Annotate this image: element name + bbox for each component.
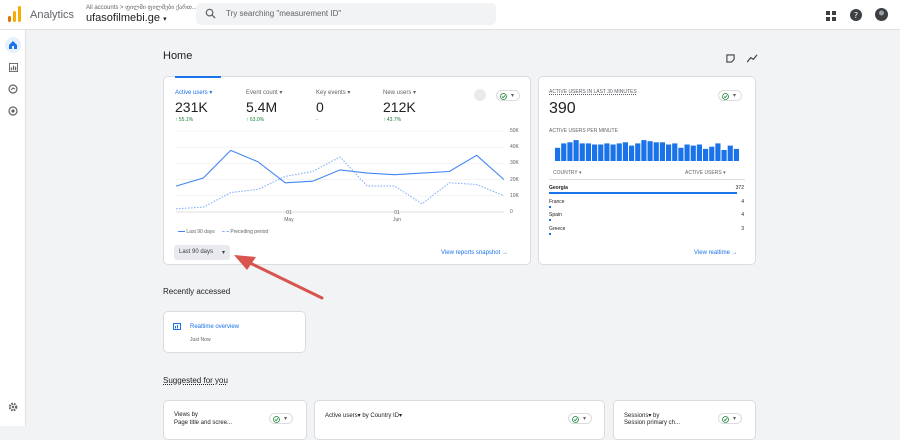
country-column-header[interactable]: COUNTRY ▾	[553, 170, 581, 176]
per-minute-bar[interactable]	[610, 144, 616, 162]
per-minute-bar[interactable]	[555, 147, 561, 161]
per-minute-bar[interactable]	[672, 143, 678, 161]
per-minute-bar[interactable]	[592, 144, 598, 162]
chevron-down-icon: ▾	[733, 416, 737, 422]
per-minute-bar[interactable]	[715, 143, 721, 161]
check-circle-icon	[572, 415, 579, 423]
suggested-card[interactable]	[314, 400, 605, 440]
realtime-title: ACTIVE USERS IN LAST 30 MINUTES	[549, 89, 637, 95]
suggested-card-subtitle: Session primary ch...	[624, 420, 681, 426]
realtime-quality-button[interactable]: ▾	[718, 90, 742, 101]
per-minute-bar[interactable]	[604, 143, 610, 161]
report-icon	[173, 323, 181, 330]
country-name: France	[549, 199, 565, 205]
per-minute-bar[interactable]	[647, 141, 653, 161]
per-minute-bar[interactable]	[622, 142, 628, 161]
per-minute-bar[interactable]	[629, 145, 635, 161]
per-minute-bar[interactable]	[733, 148, 739, 161]
recently-accessed-heading: Recently accessed	[163, 287, 231, 296]
realtime-value: 390	[549, 100, 576, 117]
per-minute-bar[interactable]	[709, 146, 715, 161]
realtime-link-label: View realtime	[694, 250, 730, 256]
country-value: 372	[735, 185, 744, 191]
recent-item-title[interactable]: Realtime overview	[190, 324, 239, 330]
per-minute-bar[interactable]	[573, 140, 579, 161]
divider	[549, 179, 745, 180]
chevron-down-icon: ▾	[723, 170, 726, 176]
check-circle-icon	[722, 415, 729, 423]
country-share-bar	[549, 206, 552, 208]
suggested-heading: Suggested for you	[163, 376, 228, 385]
suggested-quality-button[interactable]: ▾	[718, 413, 742, 424]
per-minute-bar[interactable]	[641, 140, 647, 161]
per-minute-bar[interactable]	[598, 144, 604, 162]
per-minute-bar[interactable]	[690, 145, 696, 161]
country-share-bar	[549, 233, 551, 235]
suggested-quality-button[interactable]: ▾	[568, 413, 592, 424]
suggested-card-subtitle: Page title and scree...	[174, 420, 233, 426]
annotation-arrow	[234, 255, 324, 300]
per-minute-bar[interactable]	[727, 145, 733, 161]
per-minute-label: ACTIVE USERS PER MINUTE	[549, 128, 618, 134]
per-minute-bar[interactable]	[703, 148, 709, 161]
recent-item-card[interactable]	[163, 311, 306, 353]
per-minute-bar[interactable]	[635, 143, 641, 161]
per-minute-bar[interactable]	[616, 143, 622, 161]
suggested-card-title: Views by	[174, 412, 198, 418]
view-realtime-link[interactable]: View realtime →	[694, 250, 738, 256]
per-minute-bar[interactable]	[567, 142, 573, 161]
per-minute-bar[interactable]	[585, 143, 591, 161]
suggested-card-title: Active users▾ by Country ID▾	[325, 413, 403, 419]
suggested-quality-button[interactable]: ▾	[269, 413, 293, 424]
chevron-down-icon: ▾	[583, 416, 587, 422]
per-minute-bar[interactable]	[653, 142, 659, 161]
country-value: 4	[741, 212, 744, 218]
country-share-bar	[549, 219, 552, 221]
country-value: 4	[741, 199, 744, 205]
check-circle-icon	[722, 92, 729, 100]
per-minute-bar[interactable]	[696, 144, 702, 162]
per-minute-bar[interactable]	[579, 143, 585, 161]
per-minute-bar[interactable]	[659, 142, 665, 161]
recent-item-time: Just Now	[190, 337, 211, 343]
per-minute-bar[interactable]	[678, 147, 684, 161]
per-minute-bar[interactable]	[721, 150, 727, 161]
country-share-bar	[549, 192, 737, 194]
check-circle-icon	[273, 415, 280, 423]
arrow-right-icon: →	[731, 250, 738, 256]
per-minute-bar[interactable]	[684, 144, 690, 162]
per-minute-bar[interactable]	[666, 144, 672, 162]
column-label: ACTIVE USERS	[685, 170, 722, 176]
country-name: Georgia	[549, 185, 568, 191]
per-minute-bar[interactable]	[561, 143, 567, 161]
chevron-down-icon: ▾	[733, 93, 737, 99]
column-label: COUNTRY	[553, 170, 578, 176]
country-name: Greece	[549, 226, 566, 232]
per-minute-bar-chart	[555, 140, 739, 162]
users-column-header[interactable]: ACTIVE USERS ▾	[685, 170, 726, 176]
country-value: 3	[741, 226, 744, 232]
chevron-down-icon: ▾	[284, 416, 288, 422]
chevron-down-icon: ▾	[578, 170, 582, 176]
suggested-card-title: Sessions▾ by	[624, 413, 660, 419]
country-name: Spain	[549, 212, 562, 218]
